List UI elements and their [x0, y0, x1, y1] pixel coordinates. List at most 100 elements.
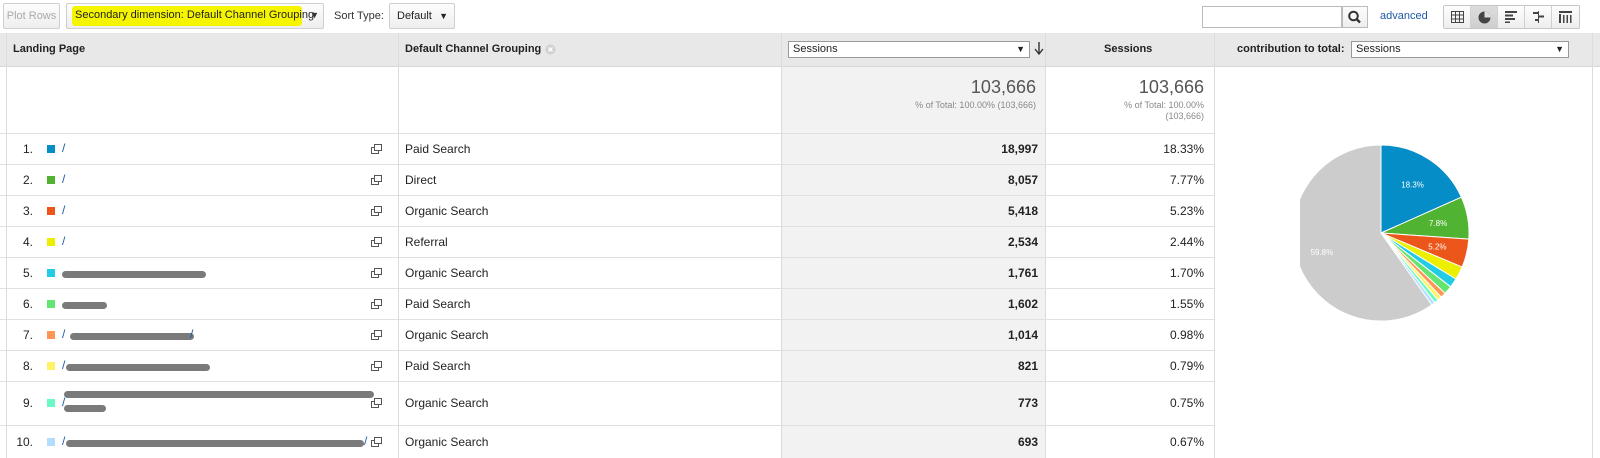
open-link-icon[interactable]: [371, 398, 382, 408]
column-divider: [1045, 33, 1046, 458]
open-link-icon[interactable]: [371, 267, 382, 278]
pivot-view-button[interactable]: [1552, 6, 1579, 28]
redacted-url: [70, 332, 194, 340]
series-color-swatch[interactable]: [47, 437, 55, 446]
column-header-channel[interactable]: Default Channel Grouping: [405, 43, 541, 55]
search-button[interactable]: [1342, 6, 1368, 28]
pivot-icon: [1559, 11, 1572, 23]
open-link-icon[interactable]: [371, 205, 382, 216]
landing-page-link[interactable]: /: [62, 358, 65, 372]
sessions-cell: 8,057: [1007, 172, 1038, 187]
channel-cell: Direct: [405, 172, 437, 187]
sessions-cell: 2,534: [1007, 234, 1038, 249]
bar-list-icon: [1504, 11, 1517, 23]
series-color-swatch[interactable]: [47, 399, 55, 407]
series-color-swatch[interactable]: [47, 330, 55, 339]
series-color-swatch[interactable]: [47, 175, 55, 184]
open-link-icon[interactable]: [371, 329, 382, 340]
open-link-icon[interactable]: [371, 174, 382, 185]
open-link-icon[interactable]: [371, 236, 382, 247]
row-divider: [0, 288, 1214, 289]
advanced-filter-link[interactable]: advanced: [1380, 10, 1428, 22]
performance-view-button[interactable]: [1498, 6, 1525, 28]
open-link-icon[interactable]: [371, 143, 382, 154]
redacted-url: [66, 439, 364, 447]
chevron-down-icon: ▼: [1016, 44, 1025, 54]
secondary-dimension-dropdown[interactable]: Secondary dimension: Default Channel Gro…: [66, 3, 324, 29]
table-toolbar: Plot Rows Secondary dimension: Default C…: [0, 0, 1600, 32]
landing-page-link[interactable]: /: [62, 234, 65, 248]
row-divider: [0, 226, 1214, 227]
redacted-url: [64, 391, 374, 398]
chevron-down-icon: ▼: [1555, 44, 1564, 54]
channel-cell: Organic Search: [405, 396, 489, 410]
channel-cell: Paid Search: [405, 141, 471, 156]
percentage-view-button[interactable]: [1471, 6, 1498, 28]
sort-type-value: Default: [397, 10, 432, 22]
open-link-icon[interactable]: [371, 436, 382, 447]
row-index: 8.: [22, 358, 33, 373]
sessions-cell: 18,997: [1001, 141, 1038, 156]
remove-dimension-icon[interactable]: [545, 44, 556, 55]
landing-page-link[interactable]: /: [62, 434, 65, 448]
total-percent-line2: (103,666): [1165, 111, 1204, 121]
landing-page-link[interactable]: /: [62, 327, 65, 341]
sort-type-label: Sort Type:: [334, 10, 384, 22]
sessions-cell: 1,014: [1007, 327, 1038, 342]
row-index: 6.: [22, 296, 33, 311]
contribution-label: contribution to total:: [1237, 43, 1345, 55]
metric-select[interactable]: Sessions ▼: [788, 41, 1030, 58]
total-sessions-contribution: 103,666: [1138, 77, 1204, 97]
comparison-view-button[interactable]: [1525, 6, 1552, 28]
column-divider: [781, 33, 782, 458]
row-index: 2.: [22, 172, 33, 187]
column-divider: [1214, 33, 1215, 458]
channel-cell: Paid Search: [405, 358, 471, 373]
open-link-icon[interactable]: [371, 360, 382, 371]
row-divider: [0, 319, 1214, 320]
series-color-swatch[interactable]: [47, 237, 55, 246]
grid-icon: [1450, 11, 1464, 23]
column-divider: [398, 33, 399, 458]
row-index: 1.: [22, 141, 33, 156]
table-search-input[interactable]: [1202, 6, 1342, 28]
percent-cell: 7.77%: [1169, 172, 1204, 187]
secondary-dimension-label: Secondary dimension: Default Channel Gro…: [75, 9, 315, 21]
landing-page-link[interactable]: /: [62, 203, 65, 217]
plot-rows-button[interactable]: Plot Rows: [3, 3, 60, 29]
series-color-swatch[interactable]: [47, 144, 55, 153]
open-link-icon[interactable]: [371, 298, 382, 309]
landing-page-link[interactable]: /: [62, 172, 65, 186]
row-index: 3.: [22, 203, 33, 218]
series-color-swatch[interactable]: [47, 299, 55, 308]
pie-chart-icon: [1478, 11, 1490, 23]
column-header-sessions: Sessions: [1104, 43, 1153, 55]
sort-descending-icon[interactable]: [1034, 42, 1044, 56]
series-color-swatch[interactable]: [47, 361, 55, 370]
percent-cell: 5.23%: [1169, 203, 1204, 218]
channel-cell: Organic Search: [405, 327, 489, 342]
column-header-landing-page[interactable]: Landing Page: [13, 43, 85, 55]
series-color-swatch[interactable]: [47, 268, 55, 277]
percent-cell: 0.67%: [1169, 434, 1204, 449]
row-divider: [0, 381, 1214, 382]
sessions-cell: 773: [1017, 396, 1038, 410]
sort-type-dropdown[interactable]: Default ▼: [389, 3, 455, 29]
percent-cell: 0.98%: [1169, 327, 1204, 342]
series-color-swatch[interactable]: [47, 206, 55, 215]
data-view-button[interactable]: [1444, 6, 1471, 28]
redacted-url: [62, 270, 206, 278]
chevron-down-icon: ▼: [439, 11, 448, 21]
row-divider: [0, 133, 1214, 134]
contribution-select[interactable]: Sessions ▼: [1351, 41, 1569, 58]
percent-cell: 1.70%: [1169, 265, 1204, 280]
row-divider: [0, 425, 1214, 426]
sessions-cell: 5,418: [1007, 203, 1038, 218]
view-switcher: [1443, 5, 1580, 29]
landing-page-link-suffix[interactable]: /: [190, 327, 193, 341]
contribution-select-value: Sessions: [1356, 43, 1401, 55]
pie-slice-label: 7.8%: [1429, 219, 1447, 228]
landing-page-link-suffix[interactable]: /: [364, 434, 367, 448]
landing-page-link[interactable]: /: [62, 141, 65, 155]
percent-cell: 1.55%: [1169, 296, 1204, 311]
